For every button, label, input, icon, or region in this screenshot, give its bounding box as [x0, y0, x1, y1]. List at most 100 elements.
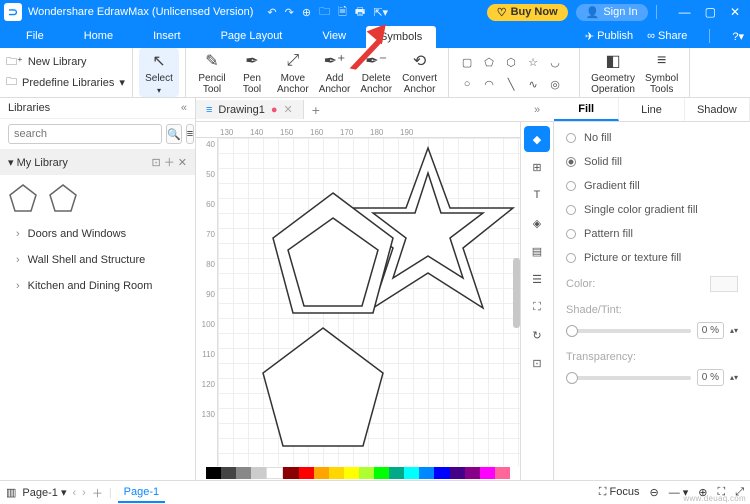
square-icon[interactable]: ▢: [459, 54, 475, 70]
zoom-out-icon[interactable]: ⊖: [649, 486, 658, 499]
circle-icon[interactable]: ○: [459, 76, 475, 92]
tab-fill[interactable]: Fill: [554, 98, 619, 121]
shade-value[interactable]: 0 %: [697, 322, 724, 339]
help-icon[interactable]: ?▾: [732, 30, 744, 43]
line-icon[interactable]: ╲: [503, 76, 519, 92]
transparency-slider[interactable]: [566, 376, 691, 380]
print-icon[interactable]: 🖶: [355, 3, 365, 22]
page-select[interactable]: Page-1 ▾: [22, 486, 66, 499]
history-tool-icon[interactable]: ↻: [524, 322, 550, 348]
search-input[interactable]: [8, 124, 162, 144]
add-anchor-tool[interactable]: ✒⁺Add Anchor: [314, 48, 356, 97]
pentagon-icon[interactable]: ⬠: [481, 54, 497, 70]
radio-pattern-fill[interactable]: Pattern fill: [566, 228, 738, 240]
semicircle-icon[interactable]: ◡: [547, 54, 563, 70]
search-button[interactable]: 🔍: [166, 124, 182, 144]
pentagon-preview-2[interactable]: [48, 183, 78, 213]
category-kitchen[interactable]: Kitchen and Dining Room: [0, 273, 195, 299]
focus-button[interactable]: ⛶ Focus: [599, 486, 640, 499]
menu-home[interactable]: Home: [64, 26, 133, 46]
menu-view[interactable]: View: [302, 26, 366, 46]
share-button[interactable]: ∞ Share: [647, 30, 687, 42]
buy-now-button[interactable]: ♡ Buy Now: [487, 4, 568, 21]
radio-single-gradient[interactable]: Single color gradient fill: [566, 204, 738, 216]
shade-slider[interactable]: [566, 329, 691, 333]
geometry-operation-button[interactable]: ◧Geometry Operation: [586, 48, 640, 97]
close-tab-icon[interactable]: ✕: [284, 103, 293, 116]
transparency-value[interactable]: 0 %: [697, 369, 724, 386]
page-tab[interactable]: Page-1: [118, 483, 165, 503]
menu-page-layout[interactable]: Page Layout: [201, 26, 303, 46]
move-anchor-tool[interactable]: ⤢Move Anchor: [272, 48, 314, 97]
fill-tool-icon[interactable]: ◆: [524, 126, 550, 152]
add-anchor-icon: ✒⁺: [324, 50, 346, 72]
search-options-button[interactable]: ≡: [186, 124, 194, 144]
scroll-handle[interactable]: [513, 258, 520, 328]
menu-insert[interactable]: Insert: [133, 26, 201, 46]
document-tab[interactable]: ≡ Drawing1 ● ✕: [196, 100, 304, 119]
color-swatch[interactable]: [710, 276, 738, 292]
symbol-tools-button[interactable]: ≡Symbol Tools: [640, 48, 683, 97]
predefine-libraries-button[interactable]: 🗀 Predefine Libraries▾: [6, 73, 126, 92]
r: 140: [250, 128, 280, 137]
close-icon[interactable]: ✕: [730, 5, 740, 19]
arc-icon[interactable]: ◠: [481, 76, 497, 92]
collapse-left-icon[interactable]: «: [181, 102, 187, 114]
properties-tool-icon[interactable]: ☰: [524, 266, 550, 292]
color-strip[interactable]: [196, 466, 520, 480]
select-label: Select: [145, 74, 173, 85]
pentagon-preview[interactable]: [8, 183, 38, 213]
open-icon[interactable]: 🗀: [319, 3, 330, 22]
publish-button[interactable]: ✈ Publish: [585, 30, 633, 43]
radio-gradient-fill[interactable]: Gradient fill: [566, 180, 738, 192]
my-library-section[interactable]: ▾ My Library ⊡ ＋ ✕: [0, 149, 195, 175]
tab-line[interactable]: Line: [619, 98, 684, 121]
undo-icon[interactable]: ↶: [267, 6, 276, 19]
minimize-icon[interactable]: —: [679, 5, 691, 19]
text-tool-icon[interactable]: T: [524, 182, 550, 208]
radio-solid-fill[interactable]: Solid fill: [566, 156, 738, 168]
delete-anchor-tool[interactable]: ✒⁻Delete Anchor: [355, 48, 397, 97]
new-icon[interactable]: ⊕: [302, 6, 311, 19]
lock-tool-icon[interactable]: ⊡: [524, 350, 550, 376]
redo-icon[interactable]: ↷: [285, 6, 294, 19]
select-tool[interactable]: ↖Select▾: [139, 48, 179, 98]
layers-tool-icon[interactable]: ◈: [524, 210, 550, 236]
new-library-button[interactable]: 🗀⁺ New Library: [6, 53, 126, 72]
share-label: Share: [658, 30, 687, 42]
grid-tool-icon[interactable]: ⊞: [524, 154, 550, 180]
category-wall[interactable]: Wall Shell and Structure: [0, 247, 195, 273]
collapse-right-icon[interactable]: »: [520, 98, 554, 122]
drawing-canvas[interactable]: [218, 138, 520, 466]
curve-icon[interactable]: ∿: [525, 76, 541, 92]
add-tab-button[interactable]: +: [304, 102, 328, 118]
export-icon[interactable]: ⇱▾: [373, 6, 388, 19]
properties-pane: Fill Line Shadow No fill Solid fill Grad…: [554, 98, 750, 480]
move-anchor-icon: ⤢: [286, 50, 299, 72]
sign-in-button[interactable]: 👤 Sign In: [576, 4, 648, 21]
radio-no-fill[interactable]: No fill: [566, 132, 738, 144]
outline-icon[interactable]: ▥: [6, 486, 16, 499]
star-icon[interactable]: ☆: [525, 54, 541, 70]
prev-page-icon[interactable]: ‹: [72, 487, 76, 499]
menu-file[interactable]: File: [6, 26, 64, 46]
r: 70: [196, 230, 217, 260]
convert-anchor-tool[interactable]: ⟲Convert Anchor: [397, 48, 442, 97]
crop-tool-icon[interactable]: ⛶: [524, 294, 550, 320]
pen-tool[interactable]: ✒Pen Tool: [232, 48, 272, 97]
save-icon[interactable]: 🗎: [338, 3, 347, 22]
category-doors[interactable]: Doors and Windows: [0, 221, 195, 247]
add-page-icon[interactable]: ＋: [92, 485, 103, 501]
next-page-icon[interactable]: ›: [82, 487, 86, 499]
add-label: Add Anchor: [319, 74, 351, 95]
r: 130: [196, 410, 217, 440]
maximize-icon[interactable]: ▢: [705, 5, 716, 19]
radio-texture-fill[interactable]: Picture or texture fill: [566, 252, 738, 264]
page-tool-icon[interactable]: ▤: [524, 238, 550, 264]
hexagon-icon[interactable]: ⬡: [503, 54, 519, 70]
ruler-vertical: 405060708090100110120130: [196, 138, 218, 466]
pencil-tool[interactable]: ✎Pencil Tool: [192, 48, 232, 97]
shape-palette: ▢ ⬠ ⬡ ☆ ◡ ○ ◠ ╲ ∿ ◎: [455, 49, 573, 97]
tab-shadow[interactable]: Shadow: [685, 98, 750, 121]
ring-icon[interactable]: ◎: [547, 76, 563, 92]
